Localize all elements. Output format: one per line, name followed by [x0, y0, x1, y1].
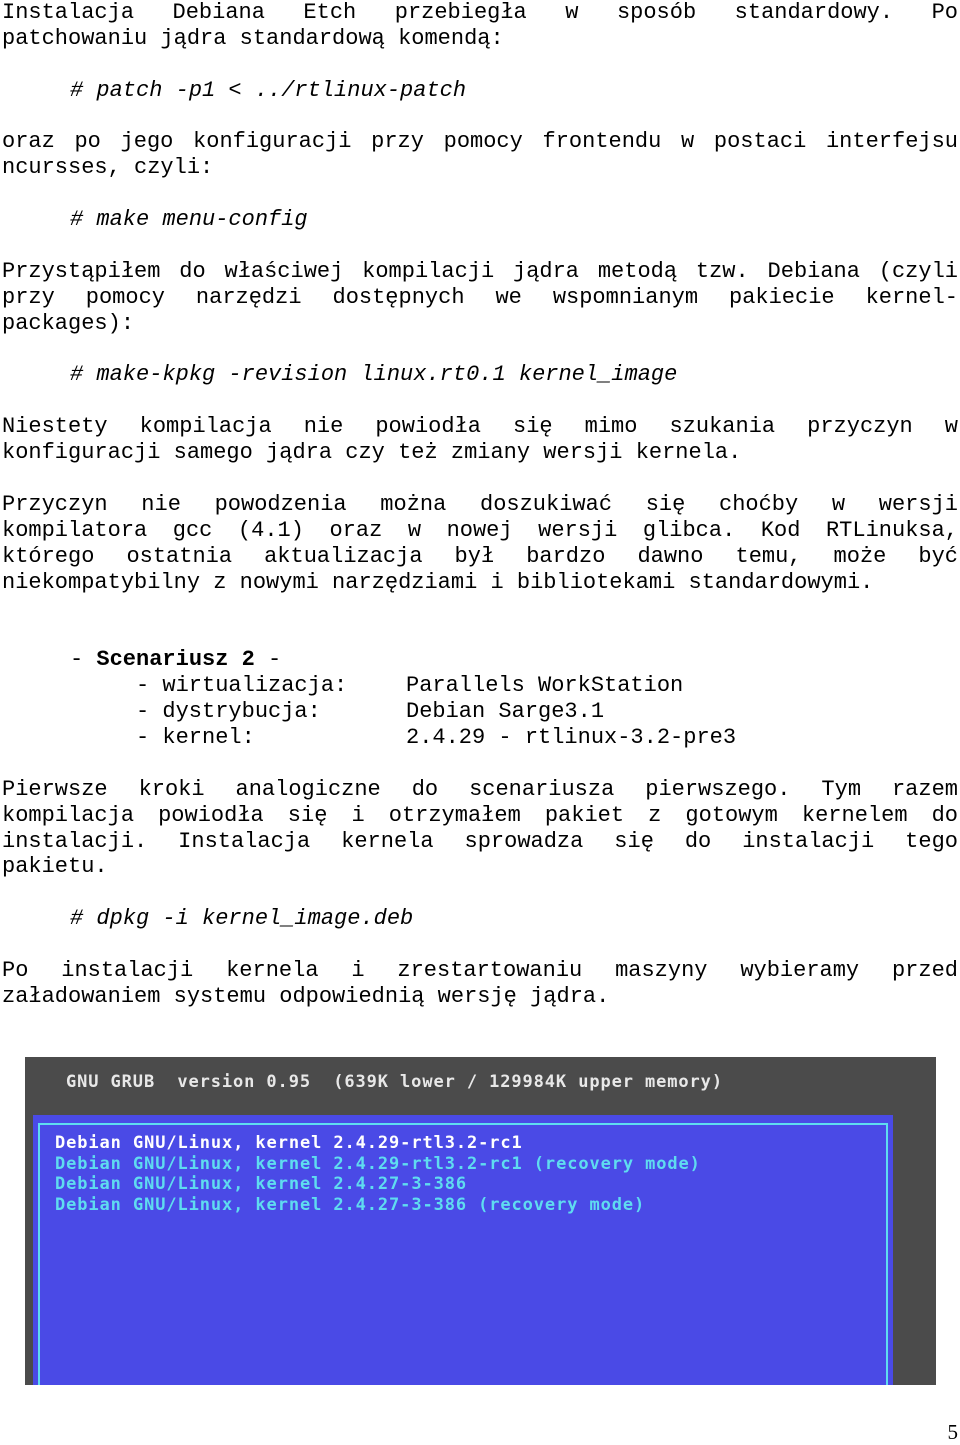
dash: -	[70, 647, 97, 673]
code-patch: # patch -p1 < ../rtlinux-patch	[70, 77, 467, 103]
item-value: 2.4.29 - rtlinux-3.2-pre3	[406, 724, 737, 750]
document-body: Instalacja Debiana Etch przebiegła w spo…	[2, 0, 958, 1010]
text-line: pakietu.	[2, 854, 108, 880]
text-line: którego ostatnia aktualizacja był bardzo…	[2, 543, 958, 569]
text-line: packages):	[2, 310, 135, 336]
grub-screenshot: GNU GRUB version 0.95 (639K lower / 1299…	[25, 1057, 936, 1385]
page-number: 5	[947, 1420, 959, 1444]
grub-header: GNU GRUB version 0.95 (639K lower / 1299…	[66, 1072, 723, 1092]
text-line: niekompatybilny z nowymi narzędziami i b…	[2, 569, 874, 595]
text-line: kompilacja powiodła się i otrzymałem pak…	[2, 802, 958, 828]
text-line: instalacji. Instalacja kernela sprowadza…	[2, 828, 958, 854]
grub-menu-border: Debian GNU/Linux, kernel 2.4.29-rtl3.2-r…	[38, 1123, 888, 1385]
text-line: załadowaniem systemu odpowiednią wersję …	[2, 983, 610, 1009]
paragraph-6: Pierwsze kroki analogiczne do scenariusz…	[2, 777, 958, 881]
text-line: Instalacja Debiana Etch przebiegła w spo…	[2, 0, 958, 25]
paragraph-4: Niestety kompilacja nie powiodła się mim…	[2, 414, 958, 466]
paragraph-5: Przyczyn nie powodzenia można doszukiwać…	[2, 492, 958, 596]
item-value: Parallels WorkStation	[406, 673, 684, 699]
text-line: oraz po jego konfiguracji przy pomocy fr…	[2, 129, 958, 155]
paragraph-2: oraz po jego konfiguracji przy pomocy fr…	[2, 129, 958, 181]
scenario-item: - kernel: 2.4.29 - rtlinux-3.2-pre3	[2, 725, 958, 751]
scenario-title: Scenariusz 2	[96, 647, 255, 673]
item-key: - wirtualizacja:	[136, 673, 348, 699]
text-line: ncursses, czyli:	[2, 155, 214, 181]
grub-entry: Debian GNU/Linux, kernel 2.4.27-3-386 (r…	[55, 1194, 646, 1215]
text-line: Po instalacji kernela i zrestartowaniu m…	[2, 957, 958, 983]
code-menuconfig: # make menu-config	[70, 207, 308, 233]
code-dpkg: # dpkg -i kernel_image.deb	[70, 906, 414, 932]
scenario-item: - dystrybucja: Debian Sarge3.1	[2, 699, 958, 725]
paragraph-3: Przystąpiłem do właściwej kompilacji jąd…	[2, 259, 958, 337]
text-line: patchowaniu jądra standardową komendą:	[2, 25, 504, 51]
grub-entry-selected: Debian GNU/Linux, kernel 2.4.29-rtl3.2-r…	[55, 1133, 523, 1153]
paragraph-1: Instalacja Debiana Etch przebiegła w spo…	[2, 0, 958, 52]
paragraph-7: Po instalacji kernela i zrestartowaniu m…	[2, 958, 958, 1010]
code-make-kpkg: # make-kpkg -revision linux.rt0.1 kernel…	[70, 362, 678, 388]
scenario-heading: - Scenariusz 2 -	[2, 647, 958, 673]
scenario-item: - wirtualizacja: Parallels WorkStation	[2, 673, 958, 699]
text-line: Niestety kompilacja nie powiodła się mim…	[2, 414, 958, 440]
grub-menu: Debian GNU/Linux, kernel 2.4.29-rtl3.2-r…	[33, 1115, 893, 1385]
item-key: - kernel:	[136, 724, 255, 750]
text-line: kompilatora gcc (4.1) oraz w nowej wersj…	[2, 517, 958, 543]
item-value: Debian Sarge3.1	[406, 699, 605, 725]
item-key: - dystrybucja:	[136, 699, 321, 725]
text-line: konfiguracji samego jądra czy też zmiany…	[2, 440, 742, 466]
text-line: Przyczyn nie powodzenia można doszukiwać…	[2, 491, 958, 517]
grub-entry: Debian GNU/Linux, kernel 2.4.27-3-386	[55, 1174, 467, 1194]
grub-entry: Debian GNU/Linux, kernel 2.4.29-rtl3.2-r…	[55, 1153, 701, 1174]
text-line: Przystąpiłem do właściwej kompilacji jąd…	[2, 258, 958, 284]
text-line: Pierwsze kroki analogiczne do scenariusz…	[2, 776, 958, 802]
dash: -	[254, 647, 282, 673]
text-line: przy pomocy narzędzi dostępnych we wspom…	[2, 284, 958, 310]
